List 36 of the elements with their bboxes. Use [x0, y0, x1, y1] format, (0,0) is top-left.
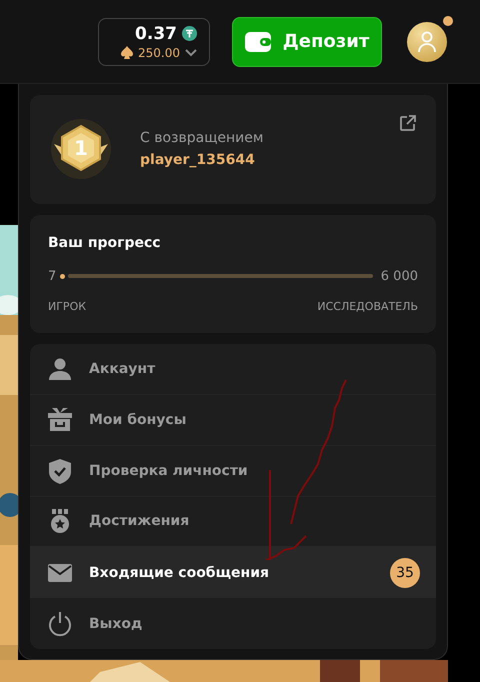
- person-icon: [47, 356, 73, 382]
- chevron-down-icon: [185, 48, 197, 56]
- menu-item-label: Мои бонусы: [89, 412, 188, 428]
- username: player_135644: [140, 152, 256, 168]
- bonus-balance: 250.00: [138, 46, 180, 60]
- menu-item-label: Проверка личности: [89, 462, 249, 479]
- level-badge-icon: [50, 118, 112, 180]
- shield-check-icon: [47, 458, 73, 484]
- menu-item[interactable]: Выход: [30, 598, 436, 649]
- greeting-text: С возвращением: [140, 130, 264, 146]
- count-badge: 35: [390, 558, 420, 588]
- power-icon: [47, 610, 73, 637]
- progress-start-value: 7: [48, 268, 56, 284]
- start-rank: ИГРОК: [48, 300, 86, 313]
- progress-title: Ваш прогресс: [48, 234, 162, 251]
- coin-icon: [182, 26, 197, 41]
- gift-icon: [47, 406, 73, 433]
- spade-icon: [121, 46, 133, 59]
- menu-item[interactable]: Аккаунт: [30, 344, 436, 395]
- menu-item-label: Достижения: [89, 513, 190, 530]
- external-link-icon[interactable]: [399, 115, 416, 132]
- menu-item-label: Выход: [89, 616, 144, 632]
- progress-end-value: 6 000: [380, 268, 418, 284]
- deposit-button[interactable]: Депозит: [232, 16, 382, 66]
- level-number: 1: [73, 136, 89, 160]
- avatar-button[interactable]: [407, 22, 447, 62]
- menu-item-label: Аккаунт: [89, 361, 156, 378]
- person-icon: [418, 30, 436, 52]
- balance-selector[interactable]: 0.37 250.00: [98, 18, 210, 66]
- menu-item-label: Входящие сообщения: [89, 564, 270, 581]
- menu-item[interactable]: Проверка личности: [30, 446, 436, 497]
- end-rank: ИССЛЕДОВАТЕЛЬ: [317, 300, 418, 313]
- wallet-icon: [244, 32, 271, 52]
- balance-amount: 0.37: [135, 24, 177, 44]
- menu-item[interactable]: Входящие сообщения 35: [30, 547, 436, 598]
- menu-item[interactable]: Мои бонусы: [30, 394, 436, 446]
